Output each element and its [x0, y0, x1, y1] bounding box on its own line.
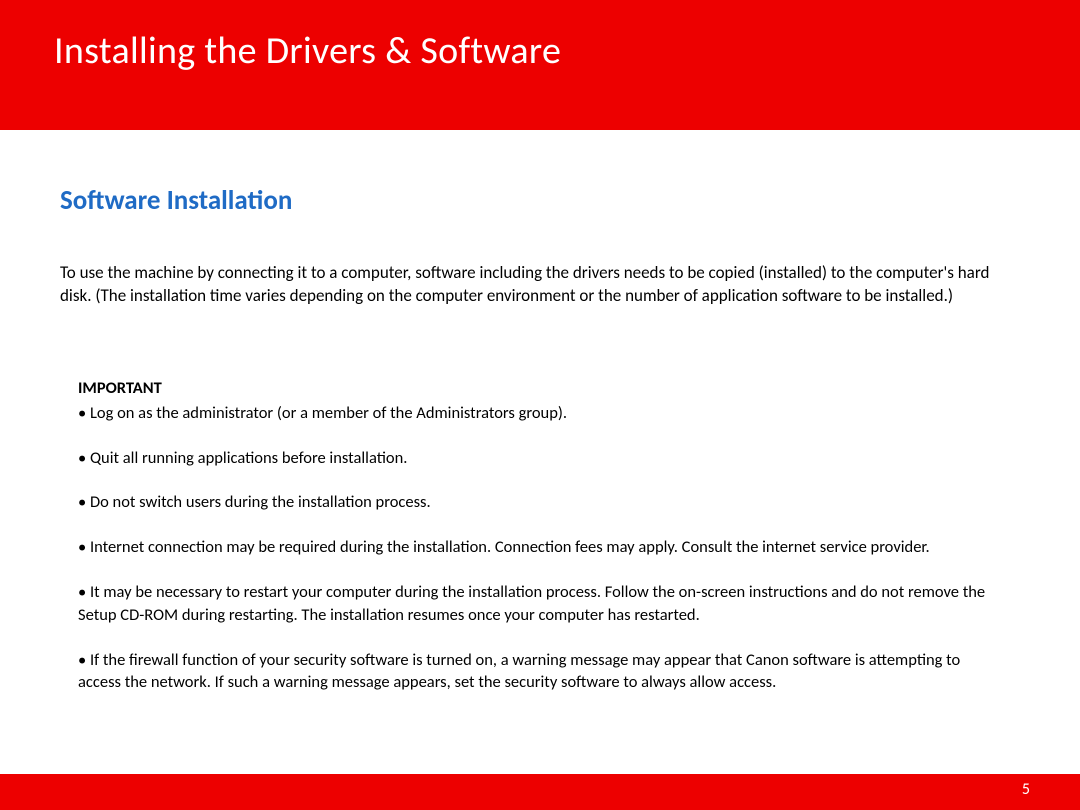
important-label: IMPORTANT — [78, 378, 1002, 398]
list-item: • Quit all running applications before i… — [78, 447, 1002, 470]
content-area: Software Installation To use the machine… — [0, 130, 1080, 694]
list-item: • It may be necessary to restart your co… — [78, 581, 1002, 627]
important-block: IMPORTANT • Log on as the administrator … — [60, 378, 1020, 694]
page-number: 5 — [1022, 780, 1030, 799]
list-item: • If the firewall function of your secur… — [78, 649, 1002, 695]
section-heading: Software Installation — [60, 184, 1020, 217]
page-title: Installing the Drivers & Software — [54, 28, 1080, 74]
header-band: Installing the Drivers & Software — [0, 0, 1080, 130]
list-item: • Log on as the administrator (or a memb… — [78, 402, 1002, 425]
footer-band: 5 — [0, 774, 1080, 810]
list-item: • Do not switch users during the install… — [78, 491, 1002, 514]
list-item: • Internet connection may be required du… — [78, 536, 1002, 559]
intro-paragraph: To use the machine by connecting it to a… — [60, 261, 1020, 308]
